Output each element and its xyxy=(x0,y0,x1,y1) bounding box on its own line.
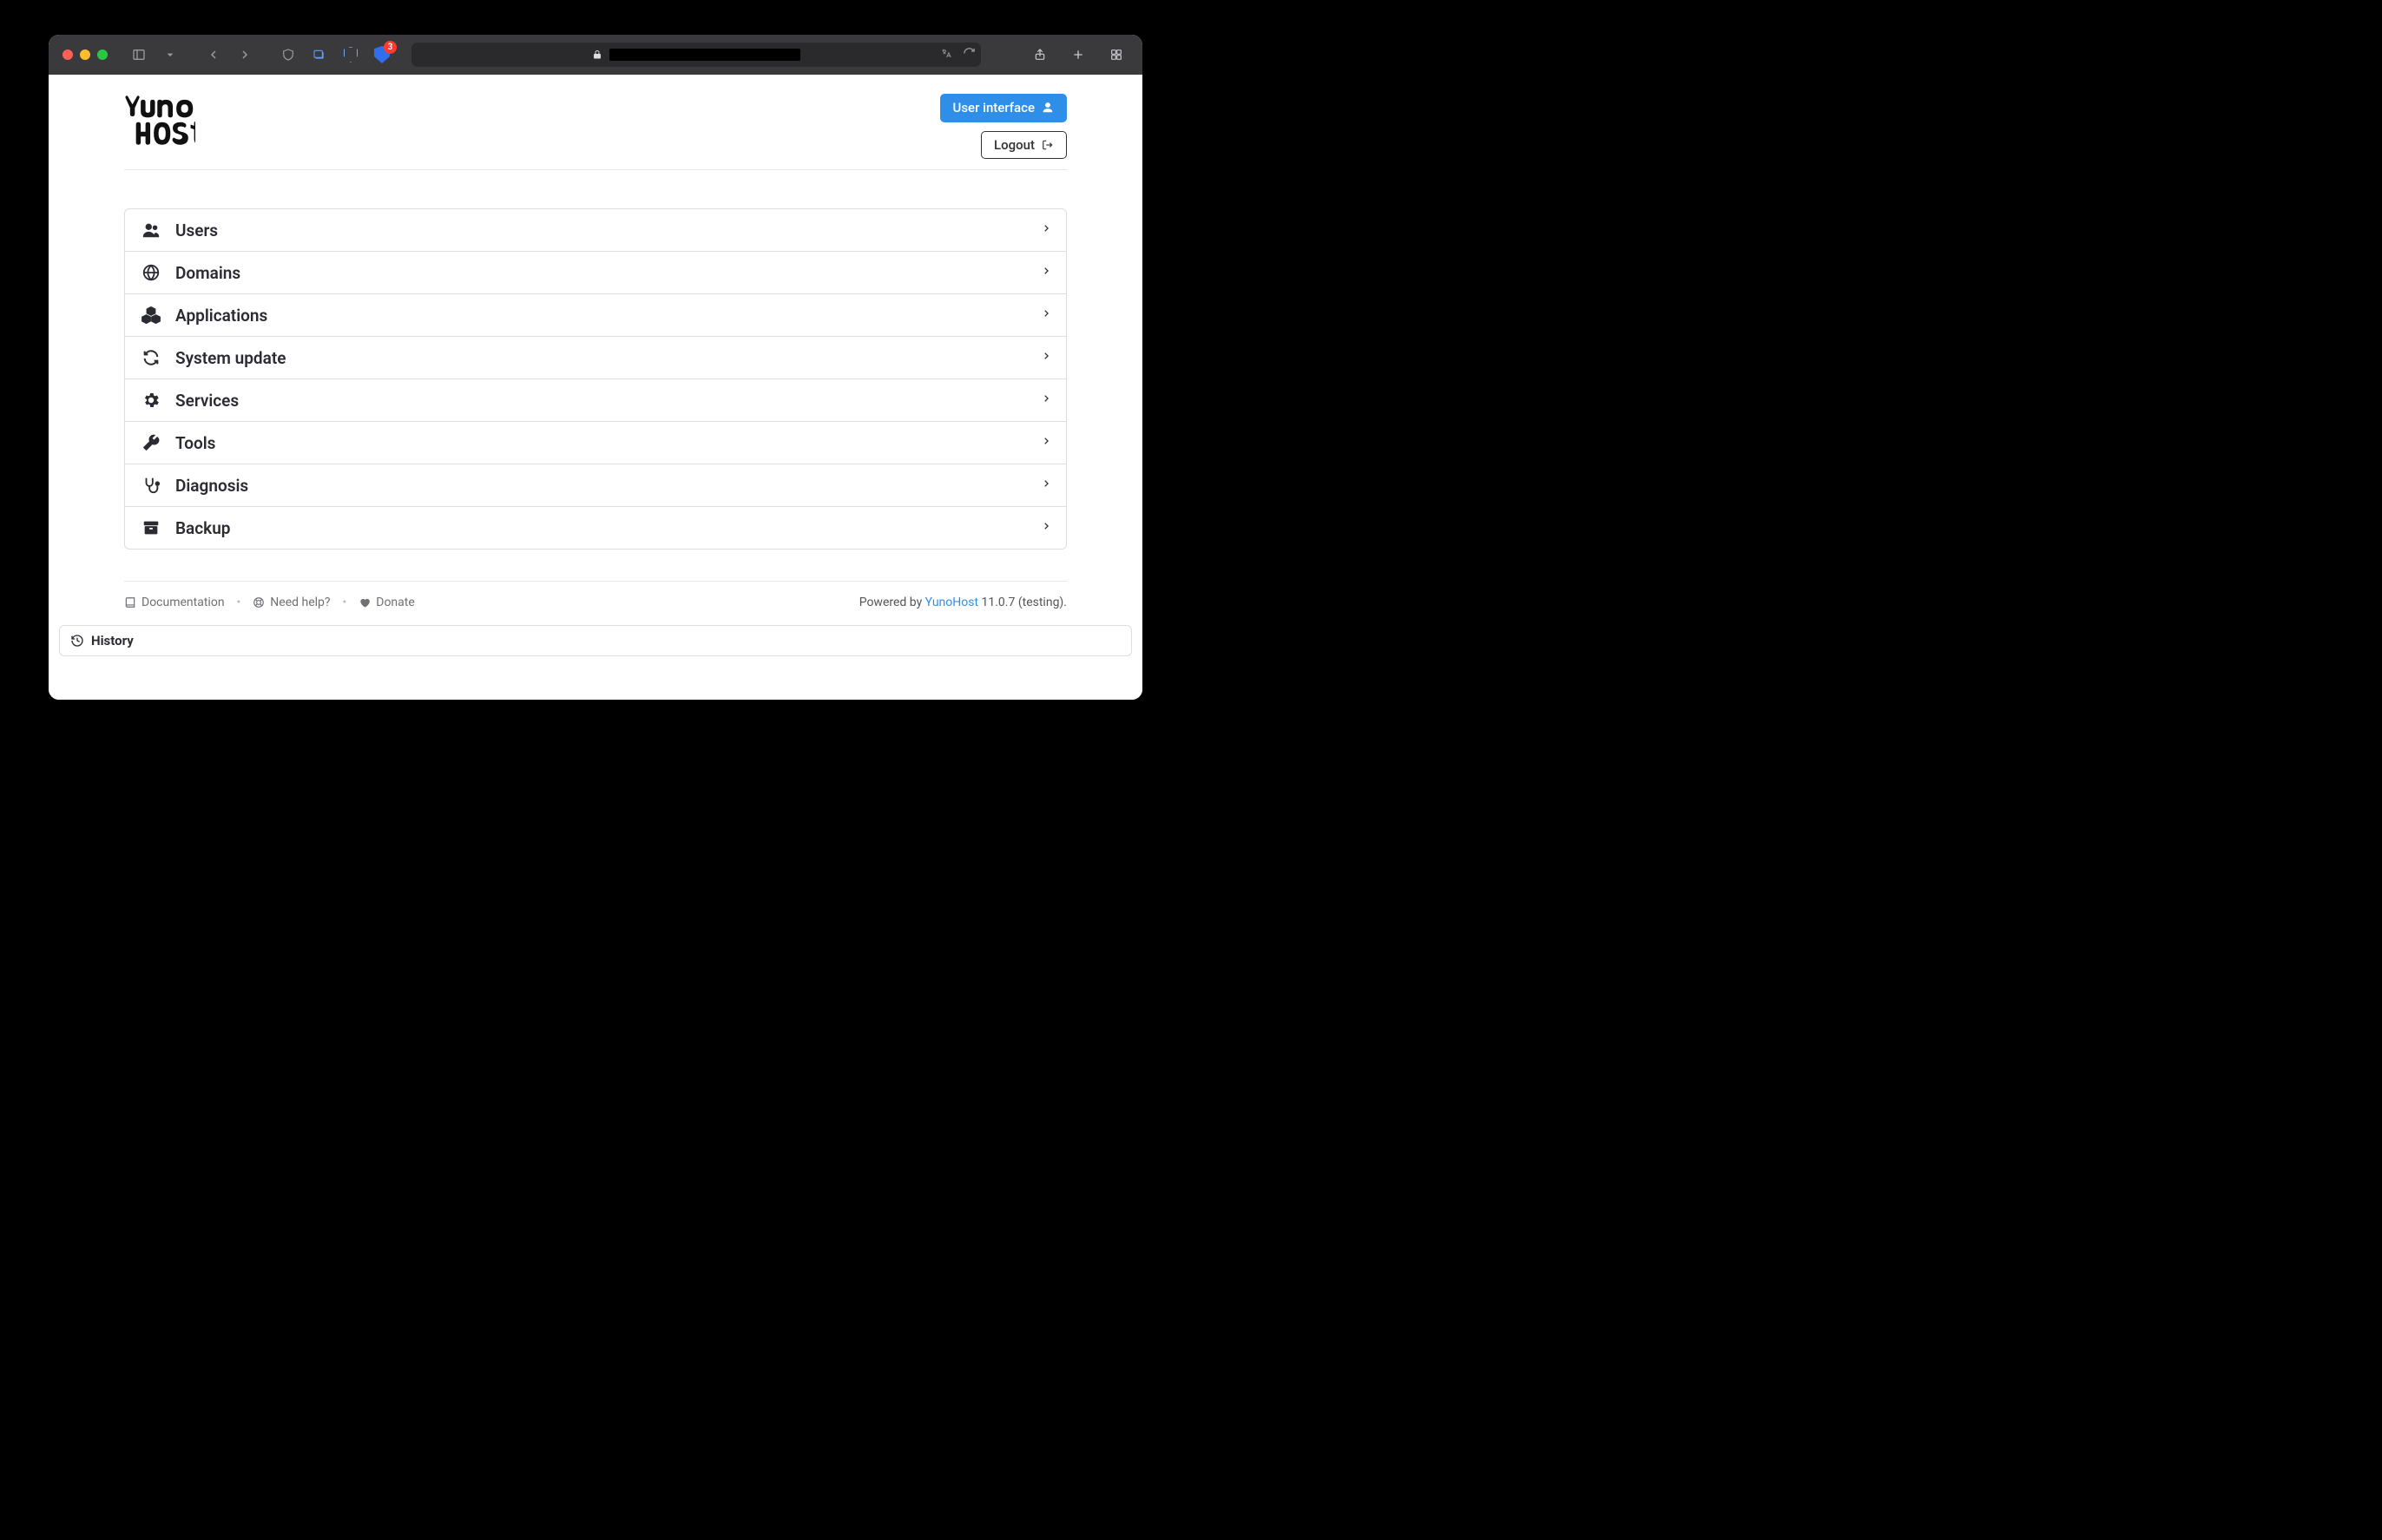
footer-need-help-label: Need help? xyxy=(270,596,330,609)
chevron-right-icon xyxy=(1042,306,1050,324)
footer-powered-by: Powered by YunoHost 11.0.7 (testing). xyxy=(859,596,1067,609)
extension-tabs-icon[interactable] xyxy=(307,43,332,67)
chevron-right-icon xyxy=(1042,519,1050,536)
menu-item-backup[interactable]: Backup xyxy=(125,506,1066,549)
logout-label: Logout xyxy=(994,138,1035,153)
menu-item-tools[interactable]: Tools xyxy=(125,421,1066,464)
chevron-right-icon xyxy=(1042,434,1050,451)
stethoscope-icon xyxy=(141,475,161,496)
minimize-window-button[interactable] xyxy=(80,49,90,60)
footer-donate-link[interactable]: Donate xyxy=(359,596,415,609)
menu-item-label: Services xyxy=(175,391,1028,411)
history-label: History xyxy=(91,633,134,648)
page-footer: Documentation • Need help? • Donate Powe… xyxy=(124,581,1067,618)
yunohost-logo[interactable] xyxy=(124,94,195,146)
powered-by-prefix: Powered by xyxy=(859,596,925,609)
menu-item-diagnosis[interactable]: Diagnosis xyxy=(125,464,1066,506)
menu-item-label: Diagnosis xyxy=(175,476,1028,496)
chevron-right-icon xyxy=(1042,477,1050,494)
footer-documentation-label: Documentation xyxy=(141,596,225,609)
menu-item-label: Applications xyxy=(175,306,1028,326)
menu-item-label: Users xyxy=(175,220,1028,240)
logout-icon xyxy=(1042,139,1054,151)
footer-donate-label: Donate xyxy=(376,596,415,609)
new-tab-button[interactable] xyxy=(1066,43,1090,67)
gear-icon xyxy=(141,390,161,411)
menu-item-domains[interactable]: Domains xyxy=(125,251,1066,293)
translate-icon[interactable] xyxy=(938,47,954,63)
powered-by-version: 11.0.7 (testing). xyxy=(978,596,1067,609)
maximize-window-button[interactable] xyxy=(97,49,108,60)
user-interface-label: User interface xyxy=(953,101,1035,115)
logo-icon xyxy=(124,94,195,146)
url-redacted xyxy=(609,49,800,61)
footer-separator: • xyxy=(339,596,351,609)
archive-icon xyxy=(141,517,161,538)
logout-button[interactable]: Logout xyxy=(981,131,1067,160)
address-bar[interactable] xyxy=(411,43,981,67)
window-controls xyxy=(63,49,108,60)
main-menu: Users Domains Applications xyxy=(124,208,1067,550)
refresh-icon xyxy=(141,347,161,368)
menu-item-label: System update xyxy=(175,348,1028,368)
sidebar-toggle-button[interactable] xyxy=(127,43,151,67)
powered-by-link[interactable]: YunoHost xyxy=(925,596,978,609)
menu-item-label: Backup xyxy=(175,518,1028,538)
history-bar[interactable]: History xyxy=(59,625,1132,656)
book-icon xyxy=(124,596,136,609)
extension-shield-outline-icon[interactable] xyxy=(339,43,363,67)
heart-icon xyxy=(359,596,371,609)
chevron-right-icon xyxy=(1042,392,1050,409)
nav-back-button[interactable] xyxy=(201,43,226,67)
privacy-shield-icon[interactable] xyxy=(276,43,300,67)
chevron-right-icon xyxy=(1042,221,1050,239)
chevron-right-icon xyxy=(1042,264,1050,281)
lock-icon xyxy=(592,49,602,60)
globe-icon xyxy=(141,262,161,283)
cubes-icon xyxy=(141,305,161,326)
user-icon xyxy=(1042,102,1054,114)
extension-badge: 3 xyxy=(384,41,397,54)
share-button[interactable] xyxy=(1028,43,1052,67)
page-content: User interface Logout Users xyxy=(49,75,1142,700)
tab-overview-button[interactable] xyxy=(1104,43,1128,67)
page-header: User interface Logout xyxy=(124,75,1067,170)
footer-documentation-link[interactable]: Documentation xyxy=(124,596,225,609)
menu-item-users[interactable]: Users xyxy=(125,209,1066,251)
footer-separator: • xyxy=(234,596,245,609)
menu-item-services[interactable]: Services xyxy=(125,378,1066,421)
menu-item-label: Domains xyxy=(175,263,1028,283)
extension-shield-fill-icon[interactable]: 3 xyxy=(370,43,394,67)
tab-group-dropdown[interactable] xyxy=(158,43,182,67)
footer-need-help-link[interactable]: Need help? xyxy=(253,596,330,609)
close-window-button[interactable] xyxy=(63,49,73,60)
wrench-icon xyxy=(141,432,161,453)
browser-toolbar: 3 xyxy=(49,35,1142,75)
user-interface-button[interactable]: User interface xyxy=(940,94,1067,122)
reload-button[interactable] xyxy=(963,47,976,63)
chevron-right-icon xyxy=(1042,349,1050,366)
menu-item-label: Tools xyxy=(175,433,1028,453)
users-icon xyxy=(141,220,161,240)
browser-window: 3 xyxy=(49,35,1142,700)
menu-item-system-update[interactable]: System update xyxy=(125,336,1066,378)
history-icon xyxy=(70,634,84,648)
life-ring-icon xyxy=(253,596,265,609)
nav-forward-button[interactable] xyxy=(233,43,257,67)
menu-item-applications[interactable]: Applications xyxy=(125,293,1066,336)
